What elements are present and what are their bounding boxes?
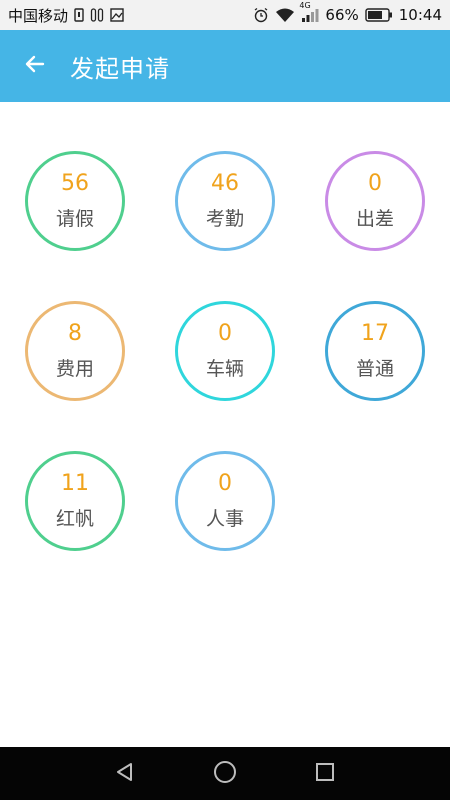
category-vehicle[interactable]: 0 车辆 bbox=[175, 301, 275, 401]
category-label: 考勤 bbox=[205, 208, 244, 230]
category-count: 0 bbox=[368, 171, 382, 196]
sim-icon bbox=[74, 8, 84, 22]
category-business-trip[interactable]: 0 出差 bbox=[325, 151, 425, 251]
category-count: 8 bbox=[68, 321, 82, 346]
category-leave[interactable]: 56 请假 bbox=[25, 151, 125, 251]
carrier-label: 中国移动 bbox=[8, 6, 69, 25]
home-circle-icon bbox=[213, 760, 237, 788]
category-grid: 56 请假 46 考勤 0 出差 8 费用 0 车辆 17 普通 11 红帆 0… bbox=[0, 102, 450, 747]
network-type-label: 4G bbox=[299, 1, 311, 10]
image-icon bbox=[110, 8, 124, 22]
system-nav-bar bbox=[0, 747, 450, 800]
app-bar: 发起申请 bbox=[0, 30, 450, 102]
category-count: 11 bbox=[61, 471, 89, 496]
clock: 10:44 bbox=[398, 6, 442, 24]
back-button[interactable] bbox=[0, 30, 70, 102]
category-expense[interactable]: 8 费用 bbox=[25, 301, 125, 401]
category-personnel[interactable]: 0 人事 bbox=[175, 451, 275, 551]
category-count: 46 bbox=[211, 171, 239, 196]
battery-icon bbox=[365, 8, 393, 22]
category-label: 普通 bbox=[355, 358, 394, 380]
alarm-icon bbox=[253, 7, 269, 23]
back-triangle-icon bbox=[114, 761, 136, 787]
nav-recents-button[interactable] bbox=[300, 747, 350, 800]
category-count: 0 bbox=[218, 471, 232, 496]
voicemail-icon bbox=[90, 8, 104, 22]
category-count: 0 bbox=[218, 321, 232, 346]
arrow-left-icon bbox=[23, 52, 47, 80]
category-count: 17 bbox=[361, 321, 389, 346]
status-right: 4G 66% 10:44 bbox=[253, 1, 442, 24]
recents-square-icon bbox=[314, 761, 336, 787]
category-label: 红帆 bbox=[55, 508, 94, 530]
category-label: 人事 bbox=[205, 508, 244, 530]
category-count: 56 bbox=[61, 171, 89, 196]
wifi-icon bbox=[275, 7, 295, 23]
signal-icon: 4G bbox=[299, 1, 319, 23]
nav-home-button[interactable] bbox=[200, 747, 250, 800]
category-label: 车辆 bbox=[205, 358, 244, 380]
category-hongfan[interactable]: 11 红帆 bbox=[25, 451, 125, 551]
category-label: 请假 bbox=[55, 208, 94, 230]
status-bar: 中国移动 4G 66% 10:44 bbox=[0, 0, 450, 30]
category-general[interactable]: 17 普通 bbox=[325, 301, 425, 401]
category-label: 费用 bbox=[55, 358, 94, 380]
battery-percent: 66% bbox=[325, 6, 359, 24]
status-left: 中国移动 bbox=[8, 5, 124, 26]
category-attendance[interactable]: 46 考勤 bbox=[175, 151, 275, 251]
category-label: 出差 bbox=[355, 208, 394, 230]
nav-back-button[interactable] bbox=[100, 747, 150, 800]
page-title: 发起申请 bbox=[70, 54, 170, 83]
